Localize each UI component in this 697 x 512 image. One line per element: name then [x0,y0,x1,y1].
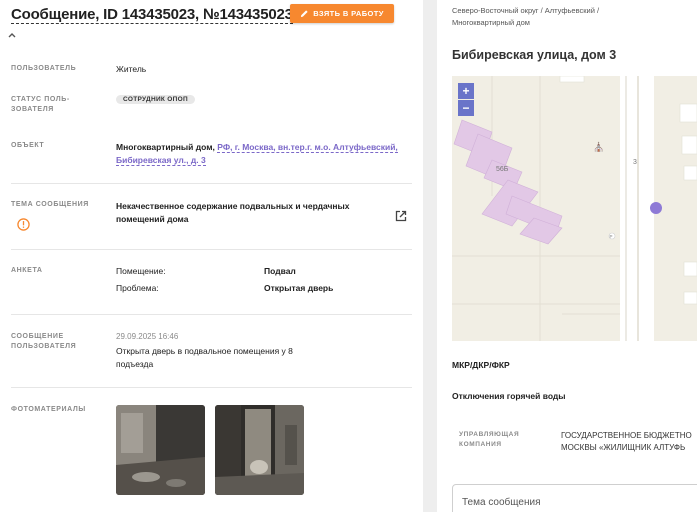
survey-label: АНКЕТА [11,267,43,274]
message-details-panel: Сообщение, ID 143435023, №143435023 ВЗЯТ… [0,0,423,512]
open-external-icon[interactable] [395,210,407,222]
section-mkr-dkr-fkr[interactable]: МКР/ДКР/ФКР [452,360,510,370]
location-marker [650,202,662,214]
divider [11,387,412,388]
map-zoom-controls: + − [458,83,474,116]
object-info-panel: Северо-Восточный округ / Алтуфьевский / … [437,0,697,512]
divider [11,314,412,315]
take-to-work-label: ВЗЯТЬ В РАБОТУ [313,9,384,18]
panel-splitter[interactable] [423,0,437,512]
management-company-label: УПРАВЛЯЮЩАЯ КОМПАНИЯ [459,431,520,448]
svg-text:⛪: ⛪ [593,141,604,152]
status-badge: СОТРУДНИК ОПОП [116,95,195,104]
survey-key-room: Помещение: [116,266,166,276]
map-label-56b: 56Б [496,166,509,173]
object-address-link[interactable]: РФ, г. Москва, вн.тер.г. м.о. Алтуфьевск… [217,142,398,153]
user-value: Житель [116,64,147,74]
topic-label: ТЕМА СООБЩЕНИЯ [11,201,89,208]
survey-row: АНКЕТА Помещение: Подвал Проблема: Откры… [11,266,412,298]
object-label: ОБЪЕКТ [11,142,45,149]
zoom-in-button[interactable]: + [458,83,474,99]
user-message-label: СООБЩЕНИЕ ПОЛЬЗОВАТЕЛЯ [11,333,77,350]
survey-value-room: Подвал [264,266,296,276]
object-type: Многоквартирный дом, [116,142,215,152]
photos-label: ФОТОМАТЕРИАЛЫ [11,406,86,413]
warning-icon [17,218,30,231]
message-topic-input[interactable]: Тема сообщения [452,484,697,512]
photo-thumbnail-2[interactable] [215,405,304,495]
photos-row: ФОТОМАТЕРИАЛЫ [11,405,412,497]
map-label-p: P [610,234,613,239]
pencil-icon [301,10,308,18]
message-timestamp: 29.09.2025 16:46 [116,332,179,341]
divider [11,249,412,250]
topic-value: Некачественное содержание подвальных и ч… [116,201,350,224]
take-to-work-button[interactable]: ВЗЯТЬ В РАБОТУ [290,4,394,23]
user-row: ПОЛЬЗОВАТЕЛЬ Житель [11,64,412,78]
survey-key-problem: Проблема: [116,283,159,293]
divider [11,183,412,184]
survey-value-problem: Открытая дверь [264,283,334,293]
user-label: ПОЛЬЗОВАТЕЛЬ [11,65,77,72]
chevron-up-icon[interactable] [7,30,17,40]
section-hot-water-outage[interactable]: Отключения горячей воды [452,391,566,401]
zoom-out-button[interactable]: − [458,100,474,116]
map-canvas: 56Б 3 P ⛪ [452,76,697,341]
object-address-title: Бибиревская улица, дом 3 [452,48,617,62]
message-text: Открыта дверь в подвальное помещения у 8… [116,346,293,369]
page-title: Сообщение, ID 143435023, №143435023 [11,6,293,24]
photo-thumbnail-1[interactable] [116,405,205,495]
object-address-link-2[interactable]: Бибиревская ул., д. 3 [116,155,206,166]
management-company-value: ГОСУДАРСТВЕННОЕ БЮДЖЕТНО МОСКВЫ «ЖИЛИЩНИ… [561,431,692,452]
map-label-3: 3 [633,159,637,166]
breadcrumb: Северо-Восточный округ / Алтуфьевский / … [452,6,600,27]
user-message-row: СООБЩЕНИЕ ПОЛЬЗОВАТЕЛЯ 29.09.2025 16:46 … [11,332,412,372]
topic-row: ТЕМА СООБЩЕНИЯ Некачественное содержание… [11,200,412,236]
user-status-label: СТАТУС ПОЛЬ- ЗОВАТЕЛЯ [11,96,70,113]
object-value: Многоквартирный дом, РФ, г. Москва, вн.т… [116,141,416,167]
object-row: ОБЪЕКТ Многоквартирный дом, РФ, г. Москв… [11,141,412,167]
user-status-row: СТАТУС ПОЛЬ- ЗОВАТЕЛЯ СОТРУДНИК ОПОП [11,95,412,117]
object-map[interactable]: 56Б 3 P ⛪ + − [452,76,697,341]
